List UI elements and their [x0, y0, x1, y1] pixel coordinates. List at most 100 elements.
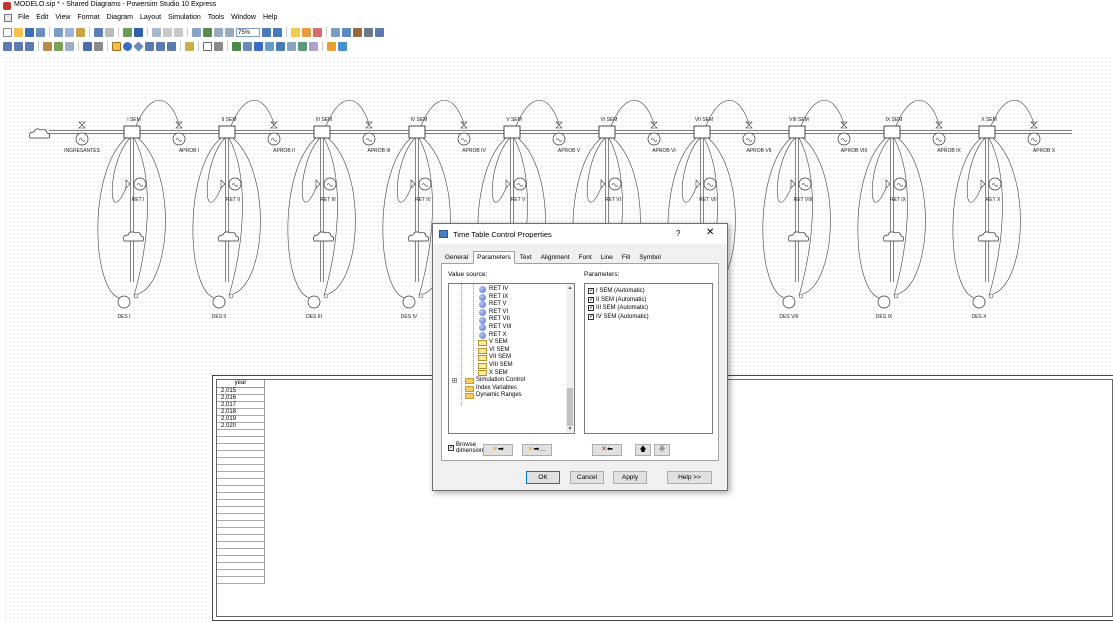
step-end-icon[interactable]	[25, 41, 34, 51]
tree-item[interactable]: RET VIII	[449, 324, 574, 332]
tree-item[interactable]: RET V	[449, 301, 574, 309]
reset-icon[interactable]	[3, 41, 12, 51]
time-table-icon[interactable]	[243, 41, 252, 51]
tree-item[interactable]: X SEM	[449, 370, 574, 378]
move-down-button[interactable]: 🡇	[654, 444, 670, 456]
lightbulb-icon[interactable]	[291, 27, 300, 37]
tree-item[interactable]: VII SEM	[449, 354, 574, 362]
stock-2[interactable]	[218, 125, 236, 139]
pen-icon[interactable]	[43, 41, 52, 51]
tree-item[interactable]: + Simulation Control	[449, 377, 574, 385]
cancel-button[interactable]: Cancel	[570, 471, 604, 484]
parameters-list[interactable]: ✓ I SEM (Automatic) ✓ II SEM (Automatic)…	[584, 283, 713, 434]
open-icon[interactable]	[14, 27, 23, 37]
retention-rate-icon[interactable]	[893, 177, 907, 191]
rectangle-tool-icon[interactable]	[203, 41, 212, 51]
dashboard-icon[interactable]	[338, 41, 347, 51]
properties-icon[interactable]	[134, 27, 143, 37]
print-icon[interactable]	[36, 27, 45, 37]
tree-item[interactable]: RET X	[449, 332, 574, 340]
search-icon[interactable]	[375, 27, 384, 37]
zoom-in-icon[interactable]	[262, 27, 271, 37]
apply-button[interactable]: Apply	[613, 471, 647, 484]
reference-icon[interactable]	[185, 41, 194, 51]
undo-icon[interactable]	[94, 27, 103, 37]
value-source-tree[interactable]: RET IV RET IX RET V RET VI RET VII RET VIII RE…	[448, 283, 575, 434]
approve-rate-icon[interactable]	[1027, 132, 1041, 146]
menu-tools[interactable]: Tools	[208, 14, 224, 21]
add-parameter-advanced-button[interactable]: ✶➡…	[522, 444, 552, 456]
link-tool-icon[interactable]	[145, 41, 154, 51]
retention-rate-icon[interactable]	[798, 177, 812, 191]
retention-sink-icon[interactable]	[123, 231, 145, 242]
line-tool-icon[interactable]	[214, 41, 223, 51]
add-parameter-button[interactable]: ✶➡	[483, 444, 513, 456]
menu-help[interactable]: Help	[263, 14, 277, 21]
menu-view[interactable]: View	[55, 14, 70, 21]
constant-tool-icon[interactable]	[133, 40, 144, 52]
zoom-out-icon[interactable]	[273, 27, 282, 37]
switch-icon[interactable]	[309, 41, 318, 51]
redo-icon[interactable]	[105, 27, 114, 37]
back-icon[interactable]	[163, 27, 172, 37]
help-button[interactable]: Help >>	[667, 471, 712, 484]
stock-6[interactable]	[598, 125, 616, 139]
approve-rate-icon[interactable]	[742, 132, 756, 146]
retention-rate-icon[interactable]	[418, 177, 432, 191]
find-icon[interactable]	[192, 27, 201, 37]
move-up-button[interactable]: 🡅	[635, 444, 651, 456]
approve-rate-icon[interactable]	[837, 132, 851, 146]
retention-sink-icon[interactable]	[408, 231, 430, 242]
tree-item[interactable]: Index Variables	[449, 385, 574, 393]
zoom-tool-icon[interactable]	[214, 27, 223, 37]
tree-item[interactable]: VI SEM	[449, 347, 574, 355]
chart-tool-icon[interactable]	[353, 27, 362, 37]
gauge-icon[interactable]	[265, 41, 274, 51]
remove-parameter-button[interactable]: ✕⬅	[592, 444, 622, 456]
copy-icon[interactable]	[65, 27, 74, 37]
new-icon[interactable]	[3, 27, 12, 37]
menu-diagram[interactable]: Diagram	[107, 14, 133, 21]
stock-9[interactable]	[883, 125, 901, 139]
approve-rate-icon[interactable]	[932, 132, 946, 146]
retention-sink-icon[interactable]	[883, 231, 905, 242]
inflow-rate-icon[interactable]	[75, 132, 89, 146]
time-graph-icon[interactable]	[232, 41, 241, 51]
tree-item[interactable]: RET VII	[449, 316, 574, 324]
ok-button[interactable]: OK	[526, 471, 560, 484]
scroll-up-icon[interactable]: ▲	[566, 284, 574, 292]
source-cloud-icon[interactable]	[29, 128, 51, 139]
retention-rate-icon[interactable]	[323, 177, 337, 191]
menu-layout[interactable]: Layout	[140, 14, 161, 21]
tree-item[interactable]: RET IX	[449, 294, 574, 302]
parameter-item[interactable]: ✓ III SEM (Automatic)	[585, 304, 712, 313]
grid-icon[interactable]	[342, 27, 351, 37]
scroll-down-icon[interactable]: ▼	[566, 425, 574, 433]
stock-1[interactable]	[123, 125, 141, 139]
cycle-icon[interactable]	[313, 27, 322, 37]
model-icon[interactable]	[123, 27, 132, 37]
close-icon[interactable]: ✕	[706, 227, 714, 238]
approve-rate-icon[interactable]	[172, 132, 186, 146]
stock-5[interactable]	[503, 125, 521, 139]
menu-simulation[interactable]: Simulation	[168, 14, 201, 21]
retention-sink-icon[interactable]	[978, 231, 1000, 242]
connector-icon[interactable]	[54, 41, 63, 51]
parameter-item[interactable]: ✓ IV SEM (Automatic)	[585, 313, 712, 322]
auxiliary-tool-icon[interactable]	[123, 41, 132, 51]
table-icon[interactable]	[276, 41, 285, 51]
text-tool-icon[interactable]	[94, 41, 103, 51]
retention-rate-icon[interactable]	[513, 177, 527, 191]
stock-7[interactable]	[693, 125, 711, 139]
approve-rate-icon[interactable]	[362, 132, 376, 146]
diagram-icon[interactable]	[152, 27, 161, 37]
approve-rate-icon[interactable]	[267, 132, 281, 146]
stock-4[interactable]	[408, 125, 426, 139]
menu-edit[interactable]: Edit	[36, 14, 48, 21]
tree-icon[interactable]	[203, 27, 212, 37]
zoom-level-select[interactable]: 75%	[236, 27, 260, 37]
menu-format[interactable]: Format	[77, 14, 99, 21]
tree-item[interactable]: V SEM	[449, 339, 574, 347]
paste-icon[interactable]	[76, 27, 85, 37]
options-icon[interactable]	[65, 41, 74, 51]
